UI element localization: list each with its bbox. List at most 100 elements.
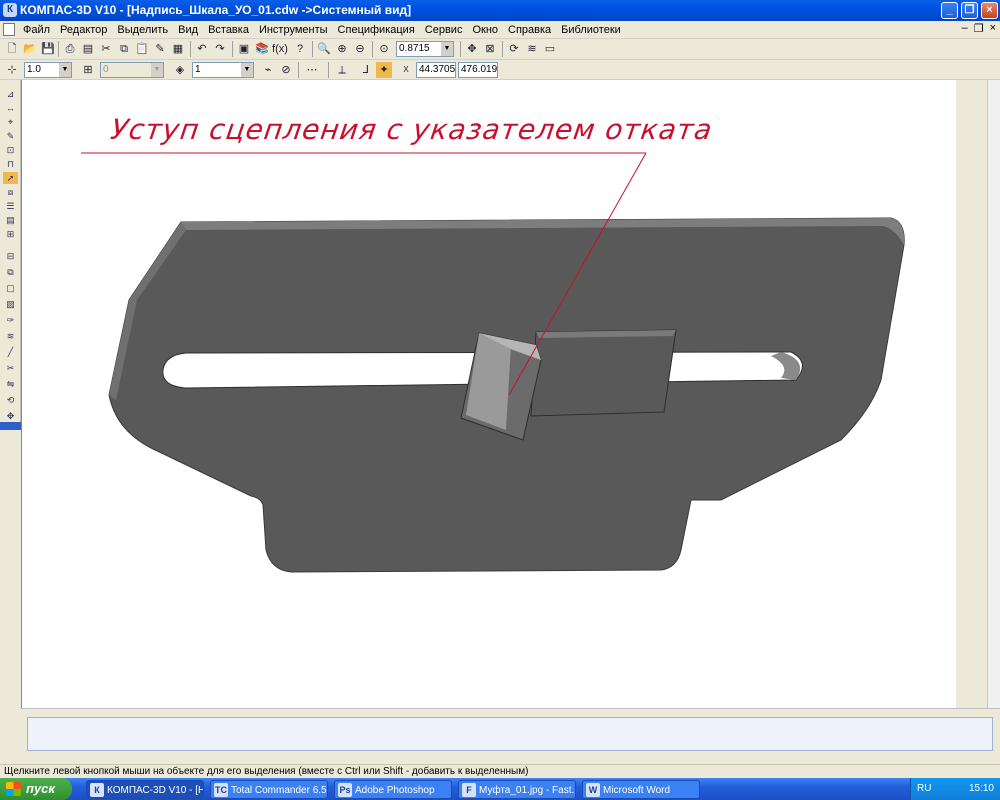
copy-icon[interactable]: ⧉: [116, 41, 132, 57]
frame-icon[interactable]: ▢: [3, 282, 18, 294]
open-icon[interactable]: 📂: [22, 41, 38, 57]
menu-service[interactable]: Сервис: [420, 23, 468, 37]
annotation-text[interactable]: Уступ сцепления с указателем отката: [109, 113, 715, 146]
copy-tool-icon[interactable]: ⧉: [3, 266, 18, 278]
start-label: пуск: [26, 781, 55, 796]
step-field[interactable]: 1.0 ▼: [24, 62, 72, 78]
grid-icon[interactable]: ⋯: [304, 62, 320, 78]
dimensions-icon[interactable]: ↔: [3, 102, 18, 114]
snap-icon[interactable]: ⌁: [260, 62, 276, 78]
menu-insert[interactable]: Вставка: [203, 23, 254, 37]
close-icon: ×: [986, 4, 993, 16]
task-kompas[interactable]: К КОМПАС-3D V10 - [Н...: [86, 780, 204, 799]
properties-icon[interactable]: ▦: [170, 41, 186, 57]
print-preview-icon[interactable]: ▤: [80, 41, 96, 57]
menu-specification[interactable]: Спецификация: [333, 23, 420, 37]
refresh-icon[interactable]: ⟳: [506, 41, 522, 57]
document-icon[interactable]: [3, 23, 15, 36]
menu-help[interactable]: Справка: [503, 23, 556, 37]
line-icon[interactable]: ╱: [3, 346, 18, 358]
language-indicator[interactable]: RU: [917, 778, 931, 800]
mirror-icon[interactable]: ⇋: [3, 378, 18, 390]
zoom-scale-icon[interactable]: ⊙: [376, 41, 392, 57]
x-coordinate-field[interactable]: 44.3705: [416, 62, 456, 78]
library-manager-icon[interactable]: 📚: [254, 41, 270, 57]
doc-close-button[interactable]: ×: [990, 22, 996, 35]
menu-window[interactable]: Окно: [467, 23, 503, 37]
save-icon[interactable]: 💾: [40, 41, 56, 57]
variables-icon[interactable]: f(x): [272, 41, 288, 57]
parametrization-icon[interactable]: ⊡: [3, 144, 18, 156]
show-all-icon[interactable]: ⊠: [482, 41, 498, 57]
coordinates-icon[interactable]: ✦: [376, 62, 392, 78]
task-photoshop[interactable]: Ps Adobe Photoshop: [334, 780, 452, 799]
designations-icon[interactable]: ⌖: [3, 116, 18, 128]
menu-file[interactable]: Файл: [18, 23, 55, 37]
manager-icon[interactable]: ▣: [236, 41, 252, 57]
close-button[interactable]: ×: [981, 2, 998, 19]
vertical-scrollbar[interactable]: [987, 80, 1000, 708]
paste-icon[interactable]: 📋: [134, 41, 150, 57]
rotate-icon[interactable]: ⟲: [3, 394, 18, 406]
minimize-button[interactable]: _: [941, 2, 958, 19]
pan-icon[interactable]: ✥: [464, 41, 480, 57]
kompas-logo-icon[interactable]: К: [3, 3, 17, 17]
chevron-down-icon[interactable]: ▼: [441, 42, 453, 56]
move-icon[interactable]: ✥: [3, 410, 18, 422]
task-faststone[interactable]: F Муфта_01.jpg - Fast...: [458, 780, 576, 799]
task-label: Муфта_01.jpg - Fast...: [479, 785, 576, 796]
menu-select[interactable]: Выделить: [112, 23, 173, 37]
zoom-in-frame-icon[interactable]: 🔍: [316, 41, 332, 57]
step-icon[interactable]: ⊹: [4, 62, 20, 78]
menu-editor[interactable]: Редактор: [55, 23, 112, 37]
chevron-down-icon[interactable]: ▼: [241, 63, 253, 77]
start-button[interactable]: пуск: [0, 778, 72, 800]
property-panel-area[interactable]: [27, 717, 993, 751]
menu-libraries[interactable]: Библиотеки: [556, 23, 626, 37]
geometry-icon[interactable]: ⊿: [3, 88, 18, 100]
task-label: Total Commander 6.5...: [231, 785, 328, 796]
local-cs-icon[interactable]: ⅃: [358, 62, 374, 78]
task-total-commander[interactable]: TC Total Commander 6.5...: [210, 780, 328, 799]
drawing-canvas[interactable]: Уступ сцепления с указателем отката: [21, 80, 956, 708]
undo-icon[interactable]: ↶: [194, 41, 210, 57]
view-tool-icon[interactable]: ⊟: [3, 250, 18, 262]
magnet-icon[interactable]: ⊘: [278, 62, 294, 78]
edit-icon[interactable]: ✎: [3, 130, 18, 142]
help-pointer-icon[interactable]: ?: [292, 41, 308, 57]
zoom-out-icon[interactable]: ⊖: [352, 41, 368, 57]
reports-icon[interactable]: ▤: [3, 214, 18, 226]
view-icon[interactable]: ▭: [542, 41, 558, 57]
format-painter-icon[interactable]: ✎: [152, 41, 168, 57]
insert-icon[interactable]: ⊞: [3, 228, 18, 240]
trim-icon[interactable]: ✂: [3, 362, 18, 374]
style-field[interactable]: 1 ▼: [192, 62, 254, 78]
associative-views-icon[interactable]: ⧈: [3, 186, 18, 198]
cut-icon[interactable]: ✂: [98, 41, 114, 57]
layers-tool-icon[interactable]: ≋: [3, 330, 18, 342]
zoom-in-icon[interactable]: ⊕: [334, 41, 350, 57]
print-icon[interactable]: ⎙: [62, 41, 78, 57]
chevron-down-icon[interactable]: ▼: [59, 63, 71, 77]
doc-restore-button[interactable]: ❐: [974, 22, 984, 35]
step-value: 1.0: [27, 64, 41, 75]
zoom-field[interactable]: 0.8715 ▼: [396, 41, 454, 57]
hatch-icon[interactable]: ▨: [3, 298, 18, 310]
pen-icon[interactable]: ✑: [3, 314, 18, 326]
orthogonal-icon[interactable]: ⟂: [334, 62, 350, 78]
task-word[interactable]: W Microsoft Word: [582, 780, 700, 799]
redo-icon[interactable]: ↷: [212, 41, 228, 57]
new-document-icon[interactable]: 🗋: [4, 41, 20, 57]
menu-view[interactable]: Вид: [173, 23, 203, 37]
menu-tools[interactable]: Инструменты: [254, 23, 333, 37]
measure-icon[interactable]: ⊓: [3, 158, 18, 170]
maximize-button[interactable]: ❐: [961, 2, 978, 19]
style-icon[interactable]: ◈: [172, 62, 188, 78]
select-icon[interactable]: ➚: [3, 172, 18, 184]
layers-icon[interactable]: ≋: [524, 41, 540, 57]
spec-icon[interactable]: ☰: [3, 200, 18, 212]
clock[interactable]: 15:10: [969, 778, 994, 800]
doc-minimize-button[interactable]: ‒: [962, 22, 968, 35]
y-coordinate-field[interactable]: 476.019: [458, 62, 498, 78]
part-view: [81, 152, 905, 573]
